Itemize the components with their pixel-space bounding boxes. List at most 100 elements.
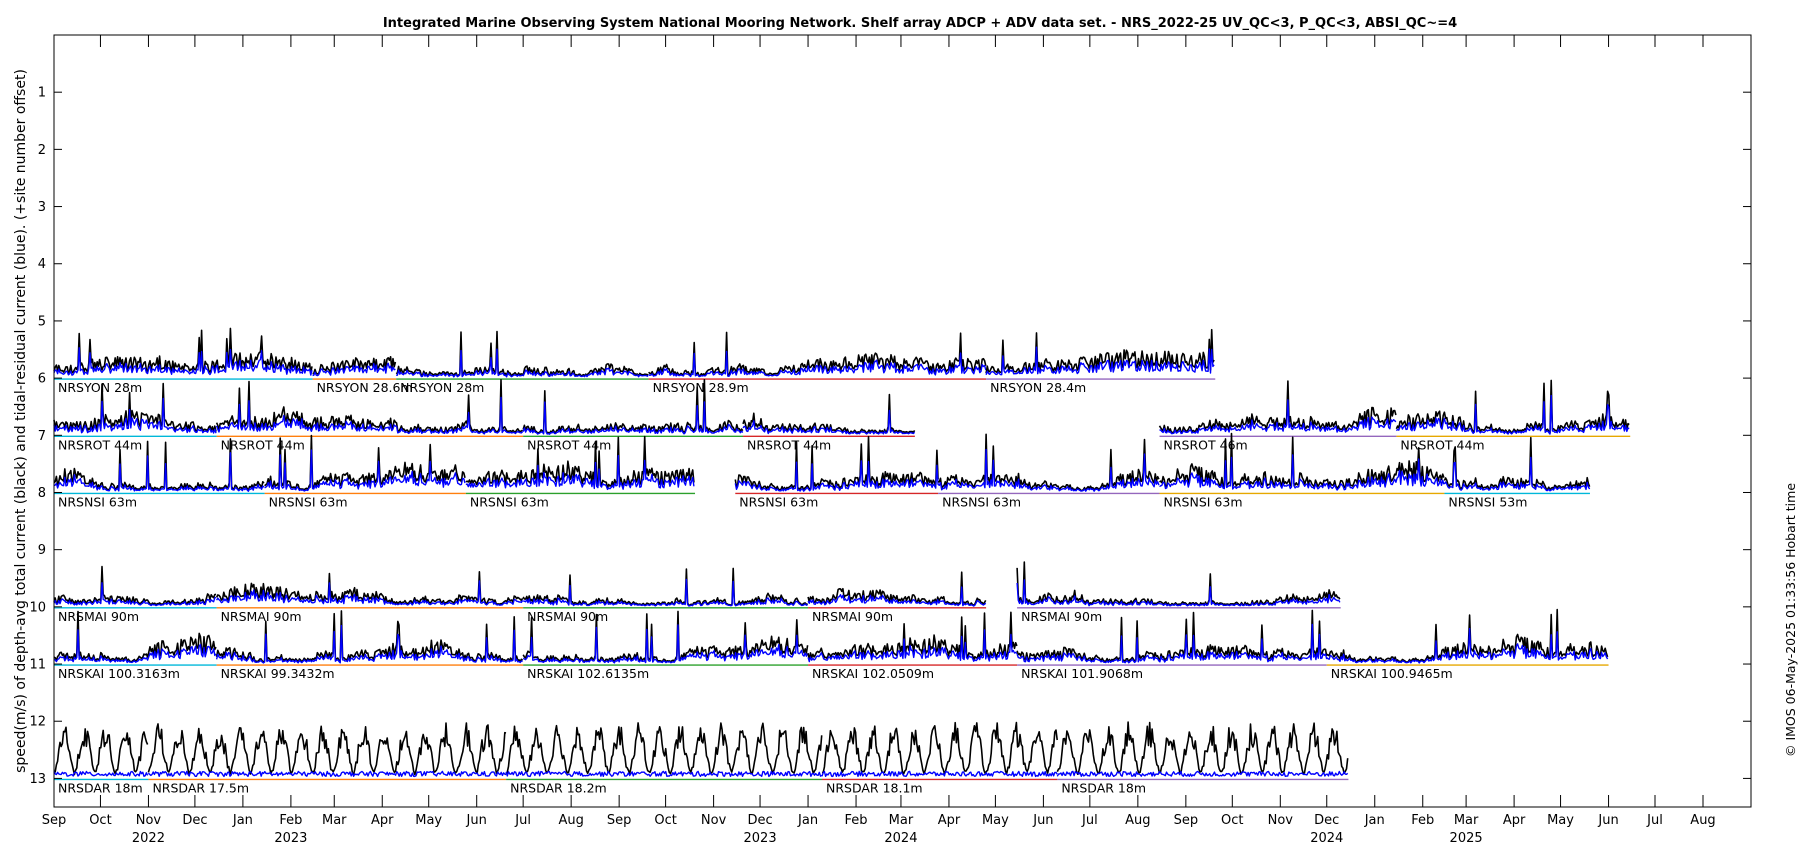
segment-label: NRSDAR 18m [1061, 780, 1146, 795]
x-tick-label: Oct [89, 813, 111, 828]
data-segment [1056, 721, 1349, 781]
data-segment [53, 565, 217, 609]
y-tick-label: 1 [38, 86, 46, 101]
residual-current-trace [648, 350, 987, 378]
segment-label: NRSNSI 63m [269, 494, 348, 509]
residual-current-trace [1016, 579, 1341, 607]
x-year-label: 2023 [744, 831, 777, 846]
x-tick-label: Jan [232, 813, 253, 828]
total-current-trace [522, 567, 809, 607]
x-tick-label: Jun [1032, 813, 1053, 828]
data-segment [505, 722, 823, 781]
residual-current-trace [215, 580, 524, 606]
total-current-trace [937, 433, 1160, 492]
total-current-trace [648, 331, 987, 377]
x-tick-label: Mar [889, 813, 914, 828]
data-segment [742, 393, 916, 437]
x-tick-label: Feb [279, 813, 302, 828]
x-tick-label: May [1547, 813, 1574, 828]
chart-title: Integrated Marine Observing System Natio… [383, 16, 1457, 31]
residual-current-trace [53, 582, 217, 607]
segment-label: NRSKAI 100.9465m [1331, 666, 1453, 681]
segment-label: NRSROT 46m [1164, 437, 1248, 452]
x-tick-label: Aug [1690, 813, 1715, 828]
x-tick-label: May [415, 813, 442, 828]
total-current-trace [147, 722, 507, 776]
segment-label: NRSKAI 100.3163m [58, 666, 180, 681]
x-tick-label: Dec [182, 813, 207, 828]
y-tick-label: 6 [38, 372, 46, 387]
segment-label: NRSYON 28.4m [990, 380, 1086, 395]
data-segment [312, 356, 397, 380]
y-tick-label: 4 [38, 257, 46, 272]
data-segment [147, 722, 507, 781]
segment-label: NRSMAI 90m [221, 609, 302, 624]
data-segment [522, 567, 809, 609]
y-tick-label: 3 [38, 200, 46, 215]
x-tick-label: Jul [1081, 813, 1098, 828]
total-current-trace [53, 726, 149, 776]
segment-label: NRSNSI 63m [942, 494, 1021, 509]
y-tick-label: 13 [29, 772, 46, 787]
x-tick-label: Jan [797, 813, 818, 828]
x-tick-label: Sep [607, 813, 632, 828]
data-segment [648, 331, 987, 380]
total-current-trace [821, 721, 1058, 775]
segment-label: NRSROT 44m [527, 437, 611, 452]
y-tick-label: 2 [38, 143, 46, 158]
segment-label: NRSMAI 90m [1021, 609, 1102, 624]
total-current-trace [985, 328, 1215, 374]
segment-label: NRSDAR 18.1m [826, 780, 923, 795]
data-segment [1158, 380, 1397, 437]
segment-label: NRSYON 28.6m [317, 380, 413, 395]
total-current-trace [1016, 561, 1341, 607]
data-segment [1395, 379, 1631, 437]
x-tick-label: Jun [466, 813, 487, 828]
credit-label: © IMOS 06-May-2025 01:33:56 Hobart time [1783, 483, 1798, 757]
x-year-label: 2024 [884, 831, 917, 846]
x-tick-label: Mar [1454, 813, 1479, 828]
total-current-trace [1056, 721, 1349, 775]
x-tick-label: Nov [136, 813, 162, 828]
x-tick-label: Feb [845, 813, 868, 828]
residual-current-trace [53, 452, 265, 492]
total-current-trace [1326, 608, 1609, 663]
data-segment [1016, 561, 1341, 609]
chart: NRSYON 28m NRSYON 28.6mNRSYON 28m NRSYON 2… [13, 16, 1798, 846]
x-tick-label: Oct [654, 813, 676, 828]
x-tick-label: Sep [42, 813, 67, 828]
segment-label: NRSROT 44m [221, 437, 305, 452]
y-tick-label: 5 [38, 314, 46, 329]
segment-label: NRSDAR 18.2m [510, 780, 607, 795]
segment-label: NRSNSI 63m [739, 494, 818, 509]
x-tick-label: Dec [747, 813, 772, 828]
residual-current-trace [53, 770, 149, 777]
segment-label: NRSYON 28m [400, 380, 484, 395]
data-segment [985, 328, 1216, 380]
data-segment [53, 726, 149, 781]
x-tick-label: Apr [938, 813, 961, 828]
total-current-trace [395, 330, 649, 377]
plot-frame [53, 34, 1752, 808]
x-tick-label: Dec [1314, 813, 1339, 828]
segment-label: NRSKAI 102.6135m [527, 666, 649, 681]
y-axis-label: speed(m/s) of depth-avg total current (b… [13, 69, 29, 773]
x-tick-label: Nov [1268, 813, 1294, 828]
x-tick-label: Mar [322, 813, 347, 828]
y-tick-label: 10 [29, 600, 46, 615]
x-tick-label: Nov [701, 813, 727, 828]
x-year-label: 2024 [1310, 831, 1343, 846]
segment-label: NRSNSI 63m [1164, 494, 1243, 509]
residual-current-trace [396, 348, 649, 378]
x-year-label: 2022 [132, 831, 165, 846]
x-tick-label: Aug [1125, 813, 1150, 828]
residual-current-trace [215, 396, 524, 435]
segment-label: NRSNSI 63m [58, 494, 137, 509]
segment-label: NRSROT 44m [747, 437, 831, 452]
x-tick-label: Jul [514, 813, 531, 828]
x-tick-label: May [982, 813, 1009, 828]
residual-current-trace [505, 770, 823, 778]
x-tick-label: Jul [1646, 813, 1663, 828]
y-tick-label: 11 [29, 658, 46, 673]
segment-label: NRSNSI 63m [470, 494, 549, 509]
